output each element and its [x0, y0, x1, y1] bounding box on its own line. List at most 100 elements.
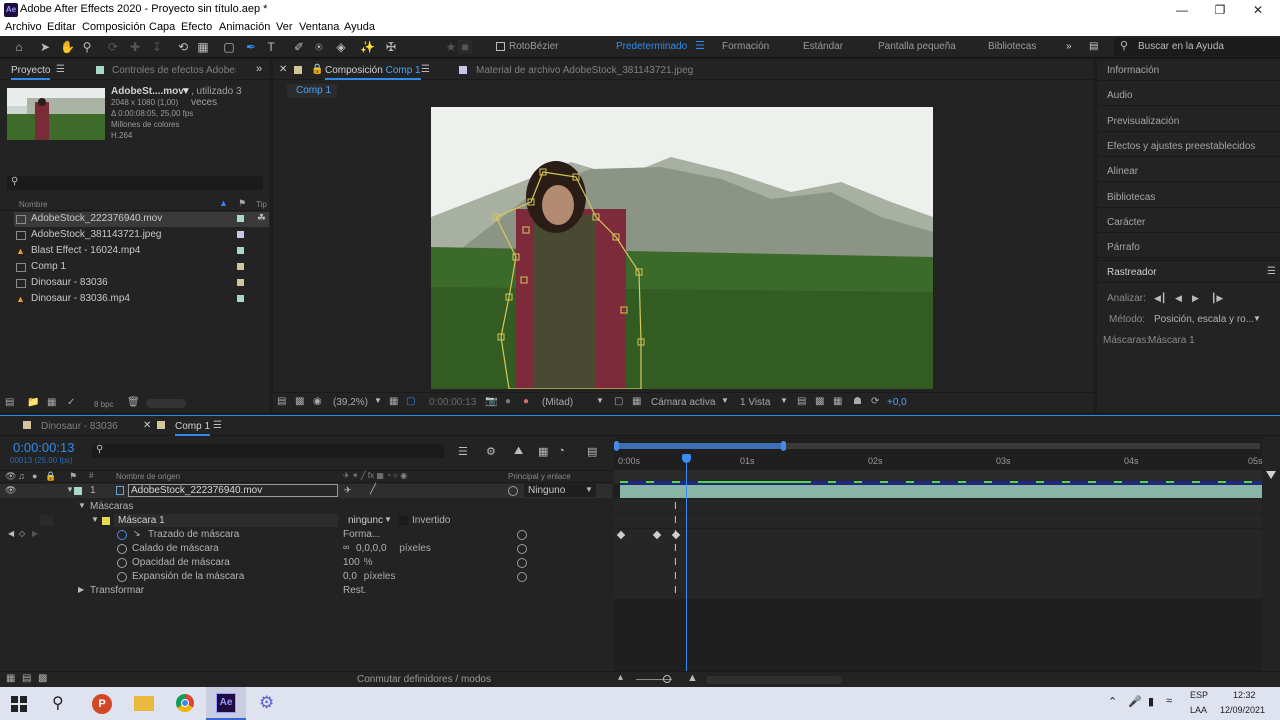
clock-time[interactable]: 12:32	[1233, 690, 1256, 700]
mask-property-row[interactable]: Opacidad de máscara 100%	[0, 556, 612, 570]
chevron-down-icon[interactable]: ▼	[384, 515, 392, 524]
viewer-timecode[interactable]: 0:00:00:13	[429, 397, 476, 408]
mask-property-value[interactable]: 0,0,0,0	[356, 543, 387, 554]
right-panel-item[interactable]: Previsualización	[1107, 116, 1179, 127]
close-tab-icon[interactable]: ✕	[143, 420, 151, 431]
menu-ayuda[interactable]: Ayuda	[344, 21, 375, 33]
timeline-search-input[interactable]: ⚲	[92, 444, 444, 458]
layer-duration-bar[interactable]	[620, 484, 1262, 498]
hand-tool-icon[interactable]: ✋	[60, 40, 75, 54]
project-item[interactable]: AdobeStock_381143721.jpeg	[14, 228, 269, 243]
panel-menu-icon[interactable]: ☰	[56, 64, 65, 75]
chevron-down-icon[interactable]: ▼	[78, 501, 86, 510]
draft-3d-icon[interactable]: ⚙	[486, 445, 496, 458]
layer-switches-icon[interactable]: ▦	[6, 673, 15, 684]
chrome-icon[interactable]	[176, 694, 194, 712]
workspace-bibliotecas[interactable]: Bibliotecas	[988, 41, 1036, 52]
roto-brush-icon[interactable]: ✨	[360, 40, 375, 54]
method-select[interactable]: Posición, escala y ro...	[1154, 314, 1254, 325]
region-of-interest-icon[interactable]: ▢	[614, 396, 623, 407]
label-color-swatch[interactable]	[237, 247, 244, 254]
layer-name-field[interactable]: AdobeStock_222376940.mov	[128, 484, 338, 497]
label-color-swatch[interactable]	[237, 231, 244, 238]
label-color-swatch[interactable]	[237, 263, 244, 270]
chevron-down-icon[interactable]: ▼	[596, 396, 604, 405]
column-parent[interactable]: Principal y enlace	[508, 472, 571, 481]
next-keyframe-icon[interactable]: ▶	[32, 529, 38, 538]
aftereffects-taskbar-button[interactable]: Ae	[206, 687, 246, 720]
menu-composicion[interactable]: Composición	[82, 21, 146, 33]
panel-menu-icon[interactable]: ☰	[421, 64, 430, 75]
pickwhip-icon[interactable]	[508, 486, 518, 496]
right-panel-item[interactable]: Efectos y ajustes preestablecidos	[1107, 141, 1255, 152]
tracker-title[interactable]: Rastreador	[1107, 267, 1156, 278]
zoom-in-icon[interactable]: ▲	[687, 672, 698, 684]
frame-blending-icon[interactable]: ▦	[538, 445, 548, 458]
toggle-pixel-aspect-icon[interactable]: ▤	[797, 396, 806, 407]
workspace-pantalla-pequena[interactable]: Pantalla pequeña	[878, 41, 956, 52]
toggle-switches-modes[interactable]: Conmutar definidores / modos	[357, 674, 491, 685]
rectangle-tool-icon[interactable]: ▢	[222, 40, 236, 54]
expression-pickwhip-icon[interactable]	[517, 572, 527, 582]
inverted-checkbox[interactable]	[399, 516, 408, 525]
mask-name-field[interactable]: Máscara 1	[114, 514, 338, 527]
tab-controles-efectos[interactable]: Controles de efectos AdobeSt	[112, 65, 236, 76]
anchor-tool-icon[interactable]: ▦	[196, 40, 210, 54]
project-item[interactable]: AdobeStock_222376940.mov ☘	[14, 212, 269, 227]
workspace-estandar[interactable]: Estándar	[803, 41, 843, 52]
transform-reset[interactable]: Rest.	[343, 585, 366, 596]
label-tag-icon[interactable]: ⚑	[238, 198, 246, 209]
menu-ventana[interactable]: Ventana	[299, 21, 339, 33]
camera-select[interactable]: Cámara activa	[651, 397, 715, 408]
layer-row[interactable]: 👁 ▼ 1 AdobeStock_222376940.mov ✈ ╱ Ningu…	[0, 484, 612, 498]
chevron-down-icon[interactable]: ▼	[780, 396, 788, 405]
tab-material-archivo[interactable]: Material de archivo AdobeStock_381143721…	[476, 65, 693, 76]
panel-menu-icon[interactable]: ☰	[213, 420, 222, 431]
menu-capa[interactable]: Capa	[149, 21, 175, 33]
label-color-swatch[interactable]	[237, 295, 244, 302]
stopwatch-icon[interactable]	[117, 572, 127, 582]
snap-icon[interactable]: ■	[458, 40, 472, 54]
dolly-camera-icon[interactable]: ↧	[150, 40, 164, 54]
safe-margins-icon[interactable]: ▦	[389, 396, 398, 407]
speaker-icon[interactable]: ♫	[18, 471, 25, 481]
chevron-down-icon[interactable]: ▼	[66, 485, 74, 494]
channel-rgb-icon[interactable]: ●	[523, 396, 529, 407]
more-tabs-icon[interactable]: »	[256, 63, 262, 75]
menu-archivo[interactable]: Archivo	[5, 21, 42, 33]
column-tipo[interactable]: Tip	[256, 200, 267, 209]
time-graph[interactable]: 0:00s 01s 02s 03s 04s 05s	[614, 437, 1263, 687]
analyze-forward-icon[interactable]: ▶	[1192, 293, 1199, 304]
minimize-icon[interactable]: —	[1162, 0, 1202, 20]
work-area-start-handle[interactable]	[614, 441, 619, 451]
close-tab-icon[interactable]: ✕	[279, 64, 287, 75]
horizontal-scrollbar[interactable]	[706, 676, 842, 684]
motion-blur-icon[interactable]: ◔	[558, 445, 565, 457]
chevron-down-icon[interactable]: ▼	[374, 396, 382, 405]
rotate-tool-icon[interactable]: ⟲	[176, 40, 190, 54]
new-comp-icon[interactable]: ▦	[47, 397, 56, 408]
label-color-swatch[interactable]	[237, 215, 244, 222]
comp-breadcrumb[interactable]: Comp 1	[287, 84, 337, 98]
constrain-link-icon[interactable]: ∞	[343, 542, 349, 552]
right-panel-item[interactable]: Párrafo	[1107, 242, 1140, 253]
add-keyframe-icon[interactable]: ◇	[19, 529, 25, 538]
dropdown-triangle-icon[interactable]: ▼	[181, 86, 191, 97]
maximize-icon[interactable]: ❐	[1200, 0, 1240, 20]
project-search-input[interactable]: ⚲	[7, 176, 263, 190]
label-color-swatch[interactable]	[237, 279, 244, 286]
powerpoint-icon[interactable]: P	[92, 694, 112, 714]
switches-icons[interactable]: ✈ ✶ ╱ fx ▦ ◔ ○ ◉	[343, 471, 407, 480]
always-preview-icon[interactable]: ▤	[277, 396, 286, 407]
mask-property-row[interactable]: Calado de máscara ∞ 0,0,0,0 píxeles	[0, 542, 612, 556]
tab-comp1[interactable]: Comp 1	[175, 421, 211, 436]
menu-ver[interactable]: Ver	[276, 21, 293, 33]
project-item[interactable]: Dinosaur - 83036	[14, 276, 269, 291]
parent-select[interactable]: Ninguno ▼	[524, 484, 596, 497]
mask-lock[interactable]	[40, 515, 53, 526]
interpret-footage-icon[interactable]: ▤	[5, 397, 14, 408]
collapse-switch-icon[interactable]: ✈	[344, 485, 352, 496]
reset-exposure-icon[interactable]: ⟳	[871, 396, 879, 407]
exposure-value[interactable]: +0,0	[887, 397, 907, 408]
monitor-icon[interactable]: ▩	[295, 396, 304, 407]
